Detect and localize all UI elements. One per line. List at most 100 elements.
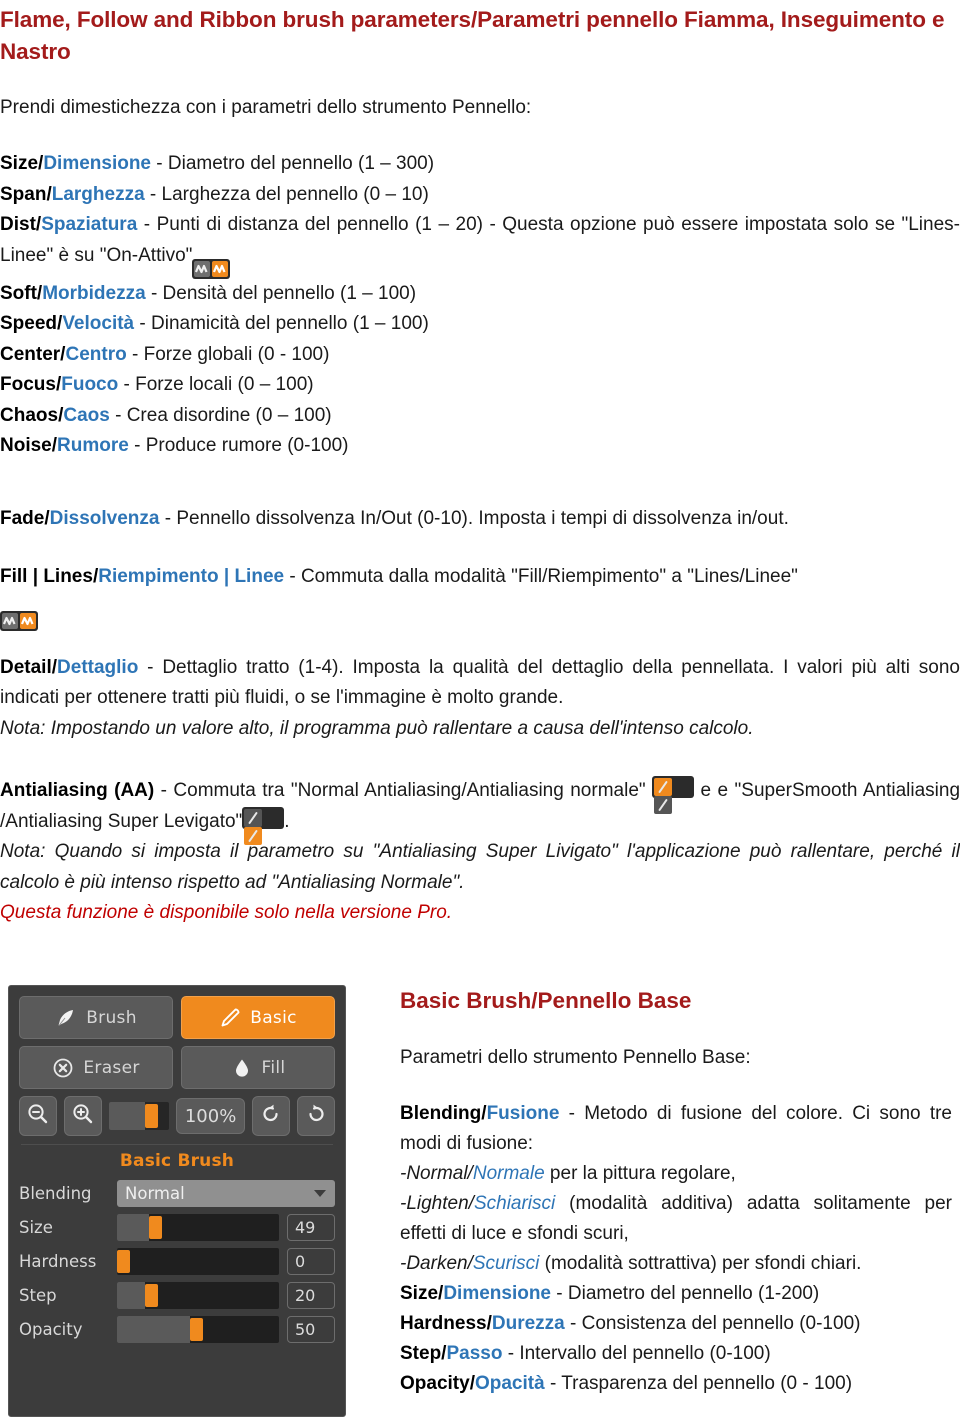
eraser-tool-button[interactable]: Eraser [19,1046,173,1089]
eraser-tool-label: Eraser [83,1057,140,1078]
brush-settings-panel: Brush Basic Eraser Fill 100% Basic Brush… [8,985,346,1417]
detail-paragraph: Detail/Dettaglio - Dettaglio tratto (1-4… [0,653,960,714]
mode-lighten-it: Schiarisci [473,1193,556,1214]
tool-button-row-1: Brush Basic [19,996,335,1039]
param-span: Span/Larghezza - Larghezza del pennello … [0,180,960,211]
zoom-out-button[interactable] [19,1096,57,1136]
size-value[interactable]: 49 [287,1214,335,1241]
basic-param-step-desc: - Intervallo del pennello (0-100) [502,1343,771,1364]
undo-button[interactable] [252,1096,291,1136]
fill-lines-toggle-icon [192,258,231,279]
redo-button[interactable] [297,1096,335,1136]
zoom-slider[interactable] [108,1102,169,1130]
param-speed-desc: - Dinamicità del pennello (1 – 100) [134,313,429,334]
param-size-it: Dimensione [43,153,152,174]
fade-it: Dissolvenza [49,507,160,529]
step-label: Step [19,1286,57,1305]
param-noise-it: Rumore [57,435,129,456]
mode-normal-desc: per la pittura regolare, [544,1163,736,1184]
mode-darken: -Darken/Scurisci (modalità sottrattiva) … [400,1249,952,1279]
undo-icon [259,1102,283,1130]
zoom-in-button[interactable] [63,1096,102,1136]
brush-tool-button[interactable]: Brush [19,996,173,1039]
param-speed: Speed/Velocità - Dinamicità del pennello… [0,309,960,340]
param-soft-en: Soft/ [0,282,43,304]
fill-lines-en: Fill | Lines/ [0,566,99,587]
zoom-slider-fill [108,1102,145,1130]
param-focus-desc: - Forze locali (0 – 100) [118,374,314,395]
param-span-it: Larghezza [51,183,145,205]
mode-darken-it: Scurisci [472,1253,540,1274]
step-slider-handle[interactable] [144,1284,158,1307]
blending-select[interactable]: Normal [117,1180,335,1207]
param-center: Center/Centro - Forze globali (0 - 100) [0,340,960,371]
zoom-slider-handle[interactable] [144,1104,158,1128]
size-slider[interactable] [117,1214,279,1241]
basic-param-hardness-en: Hardness/ [400,1313,492,1334]
basic-param-step-en: Step/ [400,1343,447,1364]
fade-desc: - Pennello dissolvenza In/Out (0-10). Im… [159,507,789,529]
antialiasing-pro-note: Questa funzione è disponibile solo nella… [0,902,453,923]
hardness-slider[interactable] [117,1248,279,1275]
param-dist-desc: - Punti di distanza del pennello (1 – 20… [0,214,960,266]
param-span-desc: - Larghezza del pennello (0 – 10) [144,183,429,205]
param-focus: Focus/Fuoco - Forze locali (0 – 100) [0,370,960,401]
basic-param-size: Size/Dimensione - Diametro del pennello … [400,1279,952,1309]
param-size: Size/Dimensione - Diametro del pennello … [0,149,960,180]
fill-tool-label: Fill [261,1057,286,1078]
opacity-slider-handle[interactable] [189,1318,203,1341]
hardness-slider-handle[interactable] [117,1250,130,1273]
antialias-normal-inactive-half [654,796,673,814]
antialias-normal-icon [652,776,695,814]
fill-lines-desc: - Commuta dalla modalità "Fill/Riempimen… [284,566,798,587]
step-value[interactable]: 20 [287,1282,335,1309]
antialias-supersmooth-icon [242,806,285,845]
param-chaos-desc: - Crea disordine (0 – 100) [109,404,332,426]
fill-lines-icon-left-half [194,260,211,277]
basic-param-opacity-en: Opacity/ [400,1373,475,1394]
param-size-desc: - Diametro del pennello (1 – 300) [151,153,435,174]
basic-param-hardness: Hardness/Durezza - Consistenza del penne… [400,1309,952,1339]
mode-darken-desc: (modalità sottrattiva) per sfondi chiari… [539,1253,862,1274]
detail-en: Detail/ [0,656,58,678]
size-slider-handle[interactable] [149,1216,163,1239]
hardness-row: Hardness 0 [19,1248,335,1275]
fade-paragraph: Fade/Dissolvenza - Pennello dissolvenza … [0,504,960,535]
basic-brush-title: Basic Brush/Pennello Base [400,988,692,1013]
fill-lines-icon-right-half [212,260,229,277]
intro-paragraph: Prendi dimestichezza con i parametri del… [0,97,532,118]
brush-tool-label: Brush [86,1007,137,1028]
mode-normal: -Normal/Normale per la pittura regolare, [400,1159,952,1189]
opacity-value[interactable]: 50 [287,1316,335,1343]
mode-normal-en: -Normal/ [400,1163,473,1184]
detail-it: Dettaglio [57,656,139,678]
eraser-circle-x-icon [52,1057,74,1079]
zoom-value-display[interactable]: 100% [175,1098,246,1134]
blending-desc-it: Fusione [486,1103,560,1124]
fill-tool-button[interactable]: Fill [181,1046,335,1089]
document-page: Flame, Follow and Ribbon brush parameter… [0,0,960,1425]
step-slider-fill [117,1282,145,1309]
param-size-en: Size/ [0,153,44,174]
param-center-desc: - Forze globali (0 - 100) [126,343,330,365]
mode-normal-it: Normale [472,1163,545,1184]
step-slider[interactable] [117,1282,279,1309]
fill-lines-toggle-icon [0,610,38,631]
param-speed-en: Speed/ [0,313,63,334]
antialiasing-note: Nota: Quando si imposta il parametro su … [0,841,960,893]
antialiasing-label: Antialiasing (AA) [0,780,155,801]
param-dist: Dist/Spaziatura - Punti di distanza del … [0,210,960,279]
opacity-slider[interactable] [117,1316,279,1343]
param-center-it: Centro [65,343,127,365]
param-focus-it: Fuoco [61,374,119,395]
param-dist-en: Dist/ [0,214,42,235]
detail-note: Nota: Impostando un valore alto, il prog… [0,717,754,739]
hardness-label: Hardness [19,1252,97,1271]
basic-brush-text-column: Basic Brush/Pennello Base Parametri dell… [400,985,952,1399]
param-noise-en: Noise/ [0,435,58,456]
size-row: Size 49 [19,1214,335,1241]
basic-tool-button[interactable]: Basic [181,996,335,1039]
blending-row: Blending Normal [19,1180,335,1207]
param-speed-it: Velocità [62,313,135,334]
hardness-value[interactable]: 0 [287,1248,335,1275]
